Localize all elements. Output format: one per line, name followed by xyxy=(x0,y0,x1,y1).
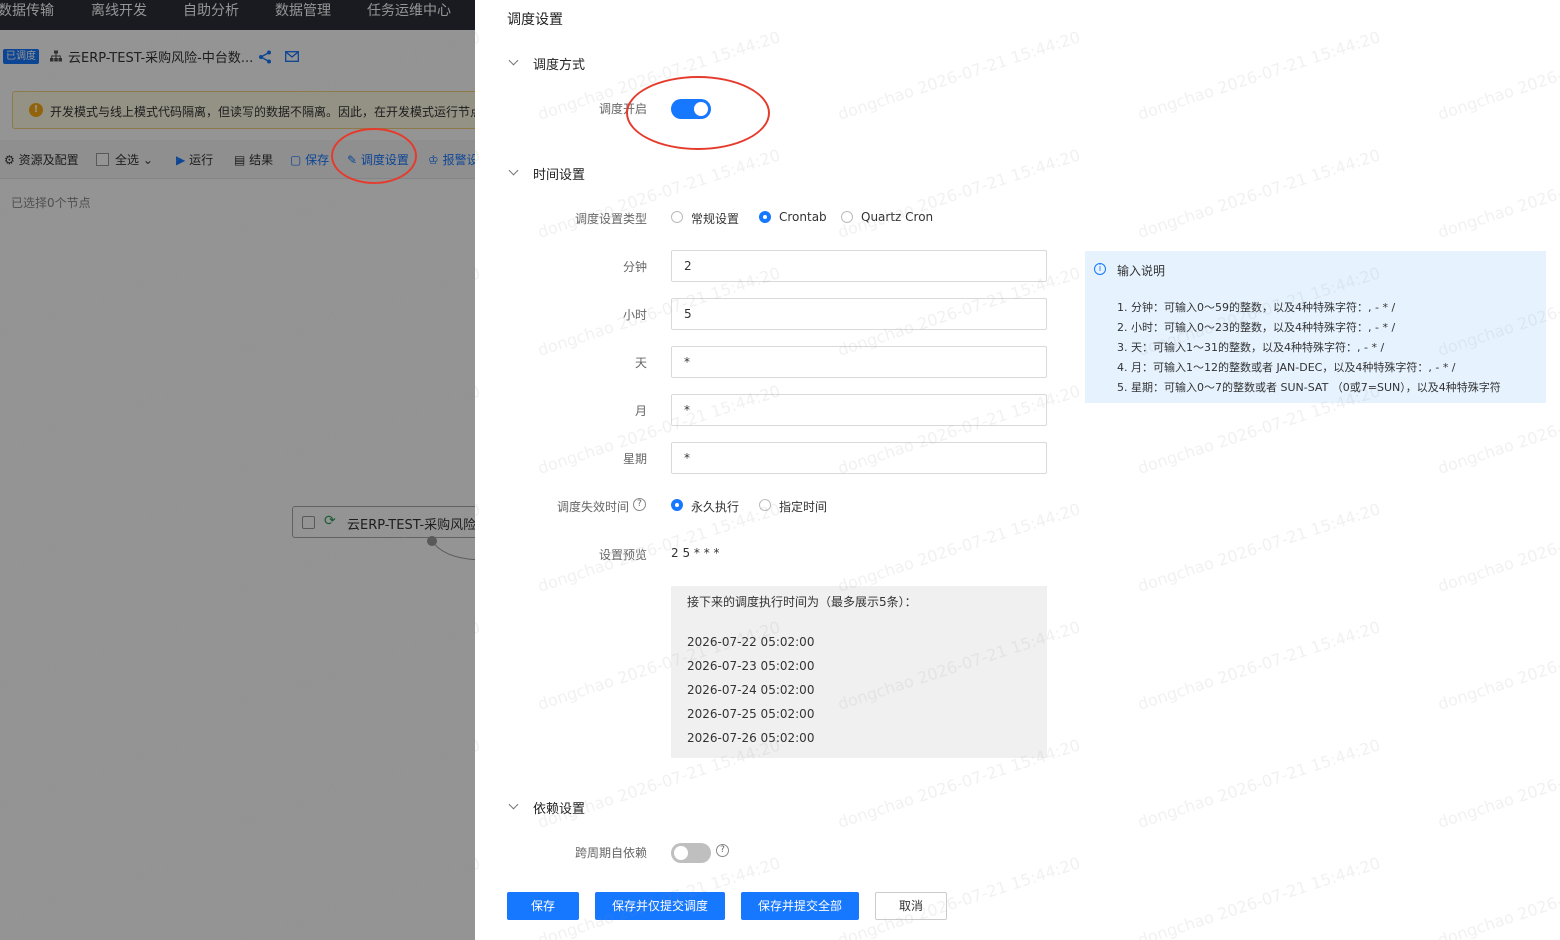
next-runs-box: 接下来的调度执行时间为（最多展示5条）： 2026-07-22 05:02:00… xyxy=(671,586,1047,758)
question-icon[interactable]: ? xyxy=(716,844,729,857)
month-value: * xyxy=(684,403,690,417)
next-runs-header: 接下来的调度执行时间为（最多展示5条）： xyxy=(687,595,917,609)
expire-time-label: 调度失效时间 xyxy=(556,500,629,514)
radio-crontab[interactable] xyxy=(759,211,771,223)
drawer-mask[interactable] xyxy=(0,0,475,940)
section-dependency[interactable]: 依赖设置 xyxy=(533,798,585,817)
drawer-title: 调度设置 xyxy=(507,12,563,28)
help-line: 5. 星期：可输入0～7的整数或者 SUN-SAT （0或7=SUN），以及4种… xyxy=(1117,381,1501,394)
radio-crontab-label[interactable]: Crontab xyxy=(779,210,827,224)
month-label: 月 xyxy=(634,404,647,418)
preview-label: 设置预览 xyxy=(598,548,647,562)
radio-forever[interactable] xyxy=(671,499,683,511)
save-submit-all-button[interactable]: 保存并提交全部 xyxy=(741,892,859,920)
preview-value: 2 5 * * * xyxy=(671,546,720,560)
radio-specified-time[interactable] xyxy=(759,499,771,511)
save-button[interactable]: 保存 xyxy=(507,892,579,920)
radio-specified-time-label[interactable]: 指定时间 xyxy=(779,498,827,515)
help-line: 3. 天：可输入1～31的整数，以及4种特殊字符：, - * / xyxy=(1117,341,1385,354)
next-run-time: 2026-07-22 05:02:00 xyxy=(687,635,815,649)
radio-regular[interactable] xyxy=(671,211,683,223)
background-app: 数据传输 离线开发 自助分析 数据管理 任务运维中心 已调度 云ERP-TEST… xyxy=(0,0,475,940)
schedule-type-label: 调度设置类型 xyxy=(574,212,647,226)
minute-value: 2 xyxy=(684,259,692,273)
week-input[interactable]: * xyxy=(671,442,1047,474)
toggle-knob xyxy=(694,102,708,116)
input-help-title: 输入说明 xyxy=(1117,264,1166,278)
cancel-button[interactable]: 取消 xyxy=(875,892,947,920)
toggle-knob xyxy=(674,846,688,860)
minute-label: 分钟 xyxy=(622,260,647,274)
schedule-enable-label: 调度开启 xyxy=(598,102,647,116)
question-icon[interactable]: ? xyxy=(633,498,646,511)
week-value: * xyxy=(684,451,690,465)
chevron-down-icon[interactable] xyxy=(508,165,519,176)
next-run-time: 2026-07-24 05:02:00 xyxy=(687,683,815,697)
input-help-panel: i 输入说明 1. 分钟：可输入0～59的整数，以及4种特殊字符：, - * /… xyxy=(1085,251,1546,403)
self-dependency-label: 跨周期自依赖 xyxy=(574,846,647,860)
radio-quartz-cron[interactable] xyxy=(841,211,853,223)
hour-value: 5 xyxy=(684,307,692,321)
self-dependency-toggle[interactable] xyxy=(671,843,711,863)
radio-forever-label[interactable]: 永久执行 xyxy=(691,498,739,515)
radio-quartz-cron-label[interactable]: Quartz Cron xyxy=(861,210,933,224)
schedule-enable-toggle[interactable] xyxy=(671,99,711,119)
help-line: 1. 分钟：可输入0～59的整数，以及4种特殊字符：, - * / xyxy=(1117,301,1396,314)
day-label: 天 xyxy=(634,356,647,370)
radio-regular-label[interactable]: 常规设置 xyxy=(691,210,739,227)
minute-input[interactable]: 2 xyxy=(671,250,1047,282)
section-schedule-mode[interactable]: 调度方式 xyxy=(533,54,585,73)
next-run-time: 2026-07-25 05:02:00 xyxy=(687,707,815,721)
hour-label: 小时 xyxy=(622,308,647,322)
save-submit-schedule-button[interactable]: 保存并仅提交调度 xyxy=(595,892,725,920)
day-input[interactable]: * xyxy=(671,346,1047,378)
schedule-settings-drawer: 调度设置 调度方式 调度开启 时间设置 调度设置类型 常规设置 Crontab … xyxy=(475,0,1560,940)
day-value: * xyxy=(684,355,690,369)
chevron-down-icon[interactable] xyxy=(508,799,519,810)
hour-input[interactable]: 5 xyxy=(671,298,1047,330)
section-time-settings[interactable]: 时间设置 xyxy=(533,164,585,183)
help-line: 2. 小时：可输入0～23的整数，以及4种特殊字符：, - * / xyxy=(1117,321,1396,334)
next-run-time: 2026-07-26 05:02:00 xyxy=(687,731,815,745)
chevron-down-icon[interactable] xyxy=(508,55,519,66)
info-icon: i xyxy=(1094,263,1106,275)
month-input[interactable]: * xyxy=(671,394,1047,426)
week-label: 星期 xyxy=(622,452,647,466)
help-line: 4. 月：可输入1～12的整数或者 JAN-DEC，以及4种特殊字符：, - *… xyxy=(1117,361,1456,374)
next-run-time: 2026-07-23 05:02:00 xyxy=(687,659,815,673)
